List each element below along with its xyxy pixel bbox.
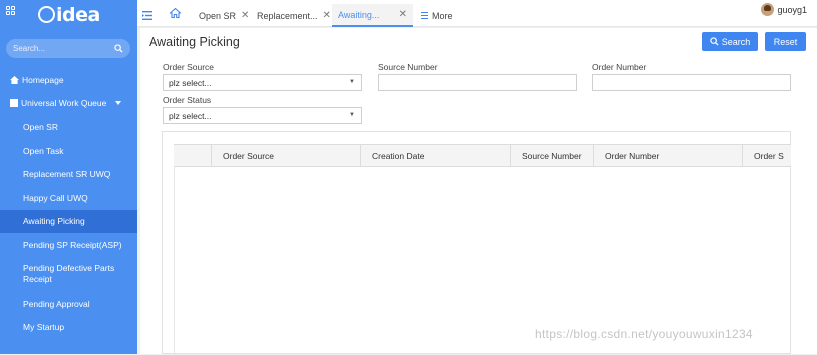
source-number-field[interactable]: [378, 74, 577, 91]
chevron-down-icon: ▼: [349, 112, 355, 118]
sidebar-item-open-task[interactable]: Open Task: [0, 139, 137, 163]
close-icon[interactable]: ✕: [399, 9, 407, 20]
search-button[interactable]: Search: [702, 32, 758, 51]
sidebar-search[interactable]: [6, 39, 130, 58]
grid-header-cell[interactable]: Source Number: [511, 145, 594, 166]
tab-replacement[interactable]: Replacement... ✕: [251, 4, 337, 27]
home-tab-icon[interactable]: [170, 8, 181, 18]
tab-label: Open SR: [199, 10, 237, 21]
menu-toggle-icon[interactable]: [142, 11, 152, 20]
order-source-value: plz select...: [169, 77, 212, 88]
order-source-label: Order Source: [163, 62, 215, 72]
grid-header-cell[interactable]: Creation Date: [361, 145, 511, 166]
caret-down-icon: [115, 101, 122, 106]
close-icon[interactable]: ✕: [241, 10, 249, 21]
watermark: https://blog.csdn.net/youyouwuxin1234: [535, 327, 753, 341]
order-source-select[interactable]: plz select... ▼: [163, 74, 362, 91]
page-title: Awaiting Picking: [149, 35, 240, 49]
avatar: [761, 3, 775, 16]
sidebar-item-happy-call-uwq[interactable]: Happy Call UWQ: [0, 186, 137, 210]
sidebar-item-label: Open Task: [23, 145, 64, 156]
sidebar-item-label: Pending SP Receipt(ASP): [23, 239, 122, 250]
sidebar-item-open-sr[interactable]: Open SR: [0, 115, 137, 139]
source-number-label: Source Number: [378, 62, 438, 72]
grid-header-cell[interactable]: Order Number: [594, 145, 743, 166]
sidebar-item-label: Replacement SR UWQ: [23, 169, 111, 180]
results-grid: Order Source Creation Date Source Number…: [162, 131, 791, 355]
grid-header-cell[interactable]: Order S: [743, 145, 791, 166]
close-icon[interactable]: ✕: [323, 10, 331, 21]
sidebar-item-pending-sp-receipt[interactable]: Pending SP Receipt(ASP): [0, 233, 137, 257]
sidebar-item-label: Homepage: [22, 74, 64, 85]
sidebar-item-homepage[interactable]: Homepage: [0, 68, 137, 92]
tab-open-sr[interactable]: Open SR ✕: [193, 4, 255, 27]
tab-awaiting[interactable]: Awaiting... ✕: [332, 4, 413, 27]
reset-button[interactable]: Reset: [765, 32, 806, 51]
order-status-select[interactable]: plz select... ▼: [163, 107, 362, 124]
sidebar: idea Homepage Universal Work Queue Open …: [0, 0, 137, 354]
sidebar-item-awaiting-picking[interactable]: Awaiting Picking: [0, 209, 137, 234]
order-status-value: plz select...: [169, 110, 212, 121]
tab-label: Replacement...: [257, 10, 318, 21]
sidebar-item-label: Happy Call UWQ: [23, 192, 88, 203]
sidebar-item-label: Pending Approval: [23, 298, 90, 309]
sidebar-header: idea: [0, 0, 137, 32]
search-icon[interactable]: [114, 44, 123, 53]
sidebar-item-universal-work-queue[interactable]: Universal Work Queue: [0, 92, 137, 116]
grid-header-cell[interactable]: Order Source: [212, 145, 361, 166]
order-number-label: Order Number: [592, 62, 647, 72]
sidebar-item-replacement-sr-uwq[interactable]: Replacement SR UWQ: [0, 162, 137, 186]
grid-header-row: Order Source Creation Date Source Number…: [174, 144, 791, 167]
order-number-field[interactable]: [592, 74, 791, 91]
chevron-down-icon: ▼: [349, 79, 355, 85]
sidebar-nav: Homepage Universal Work Queue Open SR Op…: [0, 68, 137, 339]
main-panel: Awaiting Picking Search Reset Order Sour…: [140, 28, 817, 355]
square-icon: [10, 99, 18, 108]
sidebar-item-pending-defective-parts-receipt[interactable]: Pending Defective Parts Receipt: [0, 257, 137, 292]
list-icon: [421, 12, 428, 19]
username: guoyg1: [777, 4, 807, 15]
app-grid-icon[interactable]: [6, 6, 15, 15]
grid-body-border: [174, 167, 175, 355]
grid-header-cell[interactable]: [174, 145, 212, 166]
top-tab-bar: Open SR ✕ Replacement... ✕ Awaiting... ✕ Mo…: [137, 0, 817, 27]
sidebar-item-label: Universal Work Queue: [21, 98, 107, 109]
sidebar-item-label: Open SR: [23, 121, 58, 132]
sidebar-item-label: Awaiting Picking: [23, 216, 85, 227]
tab-label: Awaiting...: [338, 9, 380, 20]
sidebar-item-my-startup[interactable]: My Startup: [0, 315, 137, 339]
order-status-label: Order Status: [163, 95, 212, 105]
tab-more[interactable]: More: [415, 4, 459, 27]
user-menu[interactable]: guoyg1: [761, 3, 807, 16]
sidebar-item-pending-approval[interactable]: Pending Approval: [0, 292, 137, 316]
search-icon: [710, 37, 719, 46]
tab-label: More: [432, 10, 453, 21]
brand-logo: idea: [38, 4, 100, 26]
sidebar-item-label: My Startup: [23, 322, 65, 333]
search-button-label: Search: [721, 36, 751, 47]
sidebar-item-label: Pending Defective Parts Receipt: [23, 263, 115, 285]
sidebar-search-input[interactable]: [13, 44, 113, 53]
home-icon: [10, 75, 19, 84]
